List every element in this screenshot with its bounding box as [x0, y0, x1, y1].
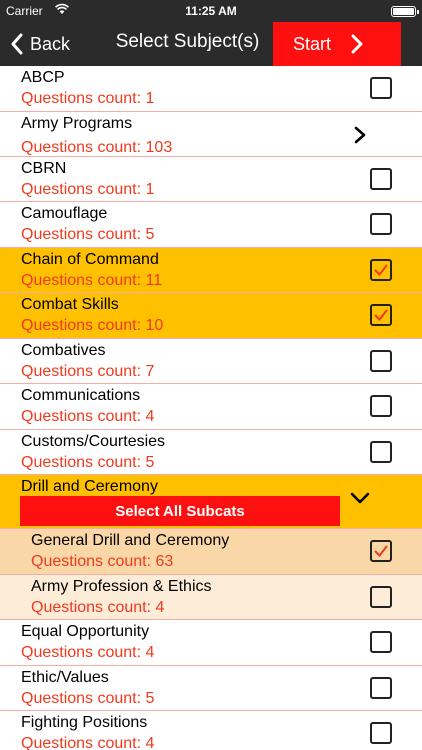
- checkmark-icon: [374, 309, 388, 322]
- status-bar: Carrier 11:25 AM: [0, 0, 422, 22]
- subject-name: ABCP: [21, 69, 65, 86]
- checkbox[interactable]: [370, 349, 392, 372]
- subject-name: Ethic/Values: [21, 668, 109, 686]
- subject-row[interactable]: Army Programs Questions count: 103: [0, 111, 422, 157]
- checkbox[interactable]: [370, 585, 392, 608]
- subject-row[interactable]: Chain of Command Questions count: 11: [0, 247, 422, 293]
- subject-row[interactable]: Combatives Questions count: 7: [0, 338, 422, 384]
- question-count: Questions count: 5: [21, 226, 155, 243]
- question-count: Questions count: 1: [21, 90, 155, 107]
- back-label: Back: [30, 33, 71, 54]
- start-label: Start: [293, 33, 332, 54]
- checkmark-icon: [374, 545, 388, 558]
- subject-row[interactable]: CBRN Questions count: 1: [0, 156, 422, 202]
- question-count: Questions count: 4: [21, 735, 155, 750]
- subject-row[interactable]: Equal Opportunity Questions count: 4: [0, 620, 422, 666]
- subcategory-row[interactable]: General Drill and Ceremony Questions cou…: [0, 529, 422, 575]
- subject-row[interactable]: Communications Questions count: 4: [0, 384, 422, 430]
- checkbox[interactable]: [370, 213, 392, 235]
- subject-name: Combatives: [21, 341, 106, 359]
- question-count: Questions count: 5: [21, 689, 155, 707]
- subject-row[interactable]: Ethic/Values Questions count: 5: [0, 665, 422, 711]
- subject-list[interactable]: ABCP Questions count: 1 Army Programs Qu…: [0, 66, 422, 750]
- subject-name: Customs/Courtesies: [21, 432, 166, 450]
- checkbox[interactable]: [370, 304, 392, 326]
- back-button[interactable]: Back: [10, 30, 70, 58]
- start-button[interactable]: Start: [273, 22, 401, 66]
- subcategory-name: General Drill and Ceremony: [31, 532, 230, 549]
- chevron-down-icon[interactable]: [349, 491, 371, 505]
- question-count: Questions count: 103: [21, 138, 173, 156]
- checkbox[interactable]: [370, 631, 392, 653]
- chevron-right-icon[interactable]: [352, 126, 368, 144]
- battery-icon: [391, 6, 419, 17]
- checkmark-icon: [374, 263, 388, 276]
- subject-name: Army Programs: [21, 114, 133, 132]
- checkbox[interactable]: [370, 722, 392, 744]
- question-count: Questions count: 5: [21, 453, 155, 471]
- group-row-drill-and-ceremony[interactable]: Drill and Ceremony Select All Subcats: [0, 475, 422, 529]
- question-count: Questions count: 4: [31, 598, 165, 616]
- checkbox[interactable]: [370, 676, 392, 699]
- subcategory-row[interactable]: Army Profession & Ethics Questions count…: [0, 574, 422, 620]
- subject-name: Fighting Positions: [21, 714, 148, 731]
- subject-name: Chain of Command: [21, 250, 159, 268]
- question-count: Questions count: 1: [21, 180, 155, 198]
- navigation-bar: Back Select Subject(s) Start: [0, 22, 422, 66]
- subject-name: CBRN: [21, 159, 67, 177]
- subject-name: Camouflage: [21, 205, 108, 222]
- subject-row[interactable]: Customs/Courtesies Questions count: 5: [0, 429, 422, 475]
- checkbox[interactable]: [370, 540, 392, 562]
- select-all-subcats-button[interactable]: Select All Subcats: [20, 496, 340, 526]
- subject-row[interactable]: Combat Skills Questions count: 10: [0, 293, 422, 339]
- checkbox[interactable]: [370, 77, 392, 99]
- chevron-right-icon: [351, 34, 363, 54]
- question-count: Questions count: 10: [21, 317, 164, 334]
- page-title: Select Subject(s): [115, 31, 260, 52]
- question-count: Questions count: 63: [31, 553, 174, 570]
- subcategory-name: Army Profession & Ethics: [31, 577, 212, 595]
- checkbox[interactable]: [370, 395, 392, 417]
- subject-row[interactable]: ABCP Questions count: 1: [0, 66, 422, 112]
- subject-row[interactable]: Fighting Positions Questions count: 4: [0, 711, 422, 750]
- question-count: Questions count: 7: [21, 362, 155, 380]
- subject-name: Equal Opportunity: [21, 623, 150, 640]
- group-name: Drill and Ceremony: [21, 478, 158, 495]
- question-count: Questions count: 11: [21, 271, 163, 289]
- question-count: Questions count: 4: [21, 644, 155, 661]
- chevron-left-icon: [11, 33, 23, 55]
- subject-name: Communications: [21, 387, 141, 404]
- subject-name: Combat Skills: [21, 296, 119, 313]
- checkbox[interactable]: [370, 258, 392, 281]
- checkbox[interactable]: [370, 167, 392, 190]
- subject-row[interactable]: Camouflage Questions count: 5: [0, 202, 422, 248]
- checkbox[interactable]: [370, 440, 392, 463]
- clock: 11:25 AM: [185, 4, 237, 18]
- question-count: Questions count: 4: [21, 408, 155, 425]
